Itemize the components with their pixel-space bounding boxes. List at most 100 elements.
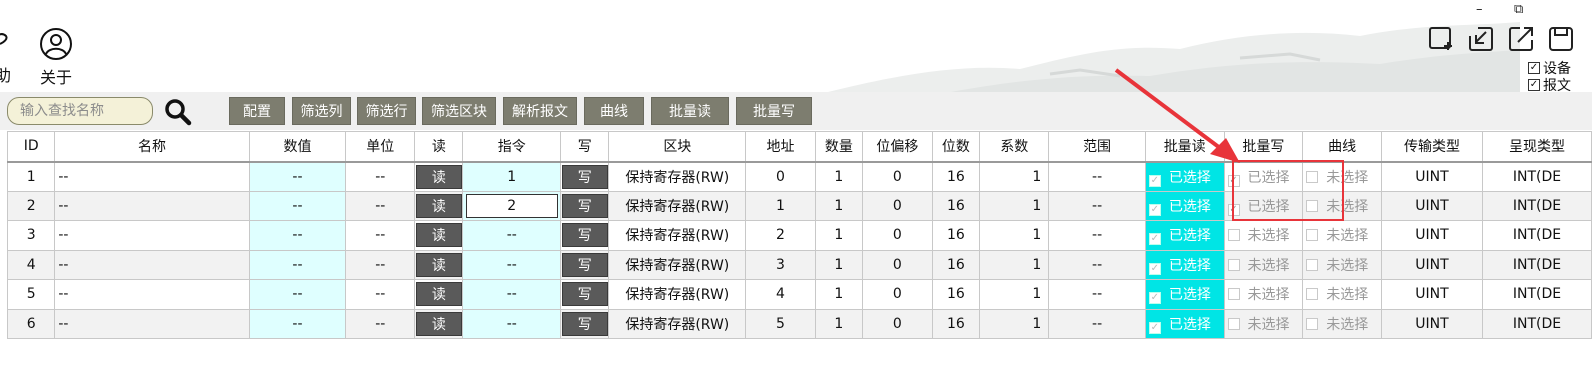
- checkbox-checked-icon[interactable]: ✓: [1227, 203, 1240, 216]
- table-row[interactable]: 1 -- -- -- 读 1 写保持寄存器(RW) 0 1 0 16 1 -- ✓ 已选择 ✓ 已选择 未选择 UI…: [6, 161, 1592, 192]
- batch-write-cell[interactable]: ✓ 已选择: [1223, 190, 1304, 221]
- command-cell[interactable]: --: [462, 220, 562, 251]
- batch-read-cell[interactable]: ✓ 已选择: [1144, 308, 1225, 339]
- value-cell[interactable]: --: [248, 249, 347, 280]
- command-cell[interactable]: 1: [462, 161, 562, 192]
- filter-rows-button[interactable]: 筛选行: [357, 97, 416, 125]
- name-cell[interactable]: --: [54, 190, 250, 221]
- write-button[interactable]: 写: [561, 282, 608, 307]
- col-id-header[interactable]: ID: [6, 131, 56, 163]
- curve-cell[interactable]: 未选择: [1302, 279, 1382, 310]
- col-unit-header[interactable]: 单位: [345, 131, 416, 163]
- checkbox-icon[interactable]: [1306, 288, 1319, 301]
- checkbox-icon[interactable]: [1227, 258, 1240, 271]
- value-cell[interactable]: --: [248, 161, 347, 192]
- batch-write-button[interactable]: 批量写: [736, 97, 812, 125]
- batch-read-button[interactable]: 批量读: [651, 97, 729, 125]
- command-cell[interactable]: --: [462, 249, 562, 280]
- checkbox-checked-icon[interactable]: ✓: [1148, 262, 1161, 275]
- batch-write-cell[interactable]: 未选择: [1223, 279, 1304, 310]
- col-coefficient-header[interactable]: 系数: [979, 131, 1050, 163]
- command-input[interactable]: 2: [465, 193, 558, 218]
- checkbox-checked-icon[interactable]: ✓: [1227, 174, 1240, 187]
- batch-read-cell[interactable]: ✓ 已选择: [1144, 161, 1225, 192]
- write-button[interactable]: 写: [561, 164, 608, 189]
- about-button[interactable]: 关于: [38, 26, 74, 88]
- write-button[interactable]: 写: [561, 311, 608, 336]
- col-curve-header[interactable]: 曲线: [1302, 131, 1382, 163]
- checkbox-icon[interactable]: [1227, 229, 1240, 242]
- table-row[interactable]: 4 -- -- -- 读 -- 写保持寄存器(RW) 3 1 0 16 1 -- ✓ 已选择 未选择 未选择 UI…: [6, 249, 1592, 280]
- value-cell[interactable]: --: [248, 308, 347, 339]
- write-button[interactable]: 写: [561, 193, 608, 218]
- checkbox-icon[interactable]: [1306, 170, 1319, 183]
- col-address-header[interactable]: 地址: [745, 131, 816, 163]
- filter-blocks-button[interactable]: 筛选区块: [422, 97, 496, 125]
- search-input[interactable]: [7, 97, 153, 125]
- add-window-icon[interactable]: [1428, 26, 1454, 52]
- col-name-header[interactable]: 名称: [54, 131, 250, 163]
- checkbox-icon[interactable]: [1306, 229, 1319, 242]
- restore-button[interactable]: ⧉: [1514, 2, 1523, 17]
- batch-write-cell[interactable]: ✓ 已选择: [1223, 161, 1304, 192]
- checkbox-icon[interactable]: [1306, 258, 1319, 271]
- curve-button[interactable]: 曲线: [584, 97, 644, 125]
- table-row[interactable]: 6 -- -- -- 读 -- 写保持寄存器(RW) 5 1 0 16 1 -- ✓ 已选择 未选择 未选择 UI…: [6, 308, 1592, 339]
- save-icon[interactable]: [1548, 26, 1574, 52]
- table-row[interactable]: 5 -- -- -- 读 -- 写保持寄存器(RW) 4 1 0 16 1 -- ✓ 已选择 未选择 未选择 UI…: [6, 279, 1592, 310]
- batch-write-cell[interactable]: 未选择: [1223, 249, 1304, 280]
- checkbox-checked-icon[interactable]: ✓: [1148, 292, 1161, 305]
- export-icon[interactable]: [1508, 26, 1534, 52]
- col-count-header[interactable]: 数量: [814, 131, 864, 163]
- table-row[interactable]: 3 -- -- -- 读 -- 写保持寄存器(RW) 2 1 0 16 1 -- ✓ 已选择 未选择 未选择 UI…: [6, 220, 1592, 251]
- read-button[interactable]: 读: [415, 223, 462, 248]
- col-batch-write-header[interactable]: 批量写: [1223, 131, 1304, 163]
- write-button[interactable]: 写: [561, 223, 608, 248]
- command-cell[interactable]: --: [462, 308, 562, 339]
- col-bit-offset-header[interactable]: 位偏移: [862, 131, 933, 163]
- message-checkbox[interactable]: ✓ 报文: [1528, 75, 1571, 92]
- name-cell[interactable]: --: [54, 220, 250, 251]
- config-button[interactable]: 配置: [229, 97, 285, 125]
- name-cell[interactable]: --: [54, 161, 250, 192]
- col-value-header[interactable]: 数值: [248, 131, 347, 163]
- value-cell[interactable]: --: [248, 220, 347, 251]
- col-range-header[interactable]: 范围: [1048, 131, 1146, 163]
- curve-cell[interactable]: 未选择: [1302, 220, 1382, 251]
- checkbox-checked-icon[interactable]: ✓: [1148, 233, 1161, 246]
- name-cell[interactable]: --: [54, 308, 250, 339]
- batch-read-cell[interactable]: ✓ 已选择: [1144, 279, 1225, 310]
- read-button[interactable]: 读: [415, 193, 462, 218]
- read-button[interactable]: 读: [415, 311, 462, 336]
- col-read-header[interactable]: 读: [414, 131, 464, 163]
- value-cell[interactable]: --: [248, 190, 347, 221]
- checkbox-icon[interactable]: [1306, 317, 1319, 330]
- command-cell[interactable]: --: [462, 279, 562, 310]
- batch-read-cell[interactable]: ✓ 已选择: [1144, 190, 1225, 221]
- curve-cell[interactable]: 未选择: [1302, 190, 1382, 221]
- col-bits-header[interactable]: 位数: [931, 131, 981, 163]
- batch-write-cell[interactable]: 未选择: [1223, 220, 1304, 251]
- checkbox-checked-icon[interactable]: ✓: [1148, 174, 1161, 187]
- filter-columns-button[interactable]: 筛选列: [292, 97, 351, 125]
- col-transfer-type-header[interactable]: 传输类型: [1380, 131, 1484, 163]
- batch-write-cell[interactable]: 未选择: [1223, 308, 1304, 339]
- read-button[interactable]: 读: [415, 164, 462, 189]
- read-button[interactable]: 读: [415, 282, 462, 307]
- col-block-header[interactable]: 区块: [608, 131, 747, 163]
- checkbox-icon[interactable]: [1227, 288, 1240, 301]
- table-row[interactable]: 2 -- -- -- 读 2 写保持寄存器(RW) 1 1 0 16 1 -- ✓ 已选择 ✓ 已选择 未选择 UI…: [6, 190, 1592, 221]
- col-present-type-header[interactable]: 呈现类型: [1482, 131, 1592, 163]
- name-cell[interactable]: --: [54, 279, 250, 310]
- name-cell[interactable]: --: [54, 249, 250, 280]
- col-write-header[interactable]: 写: [560, 131, 610, 163]
- col-batch-read-header[interactable]: 批量读: [1144, 131, 1225, 163]
- curve-cell[interactable]: 未选择: [1302, 249, 1382, 280]
- minimize-button[interactable]: –: [1476, 2, 1483, 17]
- curve-cell[interactable]: 未选择: [1302, 308, 1382, 339]
- help-button[interactable]: 助: [0, 26, 20, 86]
- col-command-header[interactable]: 指令: [462, 131, 562, 163]
- parse-message-button[interactable]: 解析报文: [503, 97, 577, 125]
- value-cell[interactable]: --: [248, 279, 347, 310]
- search-icon[interactable]: [164, 98, 192, 126]
